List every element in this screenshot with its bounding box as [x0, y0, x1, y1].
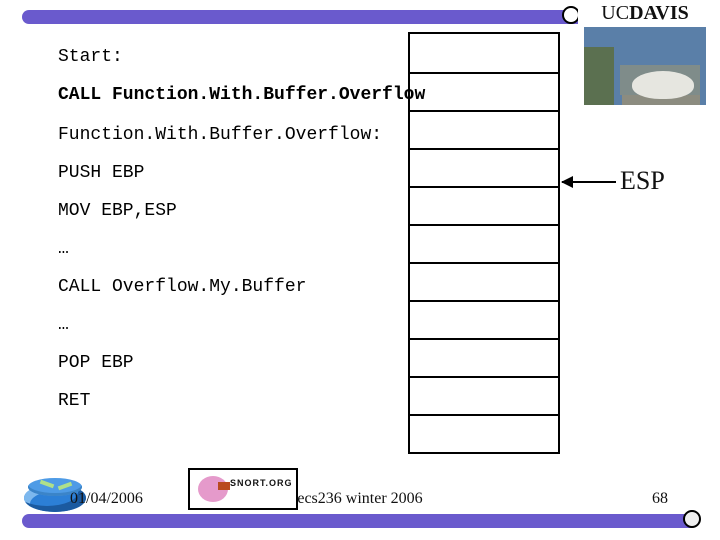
- stack-cell: [410, 414, 558, 452]
- stack-cell: [410, 224, 558, 262]
- router-icon: [20, 464, 90, 518]
- stack-cell: [410, 262, 558, 300]
- decorative-bottom-bar: [22, 514, 698, 528]
- footer-course: ecs236 winter 2006: [0, 490, 720, 508]
- pig-icon: [198, 476, 228, 502]
- stack-cell: [410, 186, 558, 224]
- stack-cell: [410, 34, 558, 72]
- code-line: …: [58, 240, 418, 258]
- code-line: RET: [58, 392, 418, 410]
- bar-bottom-cap: [683, 510, 701, 528]
- ucdavis-logo-area: UCDAVIS: [578, 2, 712, 110]
- snort-label: SNORT.ORG: [230, 478, 293, 488]
- stack-cell: [410, 338, 558, 376]
- campus-photo: [584, 27, 706, 105]
- stack-cell: [410, 110, 558, 148]
- wordmark-davis: DAVIS: [629, 2, 689, 24]
- code-line: …: [58, 316, 418, 334]
- stack-cell: [410, 376, 558, 414]
- code-line: MOV EBP,ESP: [58, 202, 418, 220]
- code-line: CALL Overflow.My.Buffer: [58, 278, 418, 296]
- esp-label: ESP: [620, 166, 665, 196]
- esp-arrow: [562, 181, 616, 183]
- assembly-code-listing: Start: CALL Function.With.Buffer.Overflow…: [58, 48, 418, 430]
- code-line: PUSH EBP: [58, 164, 418, 182]
- stack-diagram: [408, 32, 560, 454]
- snort-logo: SNORT.ORG: [188, 468, 298, 510]
- wordmark-uc: UC: [601, 2, 629, 24]
- footer-page-number: 68: [652, 490, 668, 508]
- code-line: Start:: [58, 48, 418, 66]
- stack-cell: [410, 148, 558, 186]
- stack-cell: [410, 72, 558, 110]
- ucdavis-wordmark: UCDAVIS: [601, 2, 688, 25]
- code-line: CALL Function.With.Buffer.Overflow: [58, 86, 418, 104]
- stack-cell: [410, 300, 558, 338]
- code-line: POP EBP: [58, 354, 418, 372]
- code-line: Function.With.Buffer.Overflow:: [58, 126, 418, 144]
- slide-footer: 01/04/2006 ecs236 winter 2006 68: [0, 490, 720, 508]
